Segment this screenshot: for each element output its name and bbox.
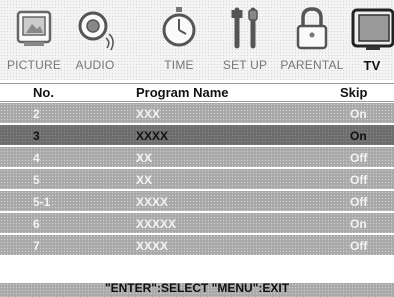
program-name: XXXX [136,129,169,143]
program-list: 2 XXX On 3 XXXX On 4 XX Off 5 XX Off 5-1… [0,103,394,261]
tab-label: PICTURE [6,58,62,72]
program-row[interactable]: 4 XX Off [0,147,394,167]
program-name: XXX [136,107,161,121]
program-number: 5 [33,173,40,187]
skip-value: Off [350,195,368,209]
program-row[interactable]: 5-1 XXXX Off [0,191,394,211]
program-name: XX [136,173,153,187]
program-number: 5-1 [33,195,51,209]
program-name: XXXXX [136,217,177,231]
tab-setup[interactable]: SET UP [214,0,276,80]
column-header-no: No. [33,85,54,100]
program-name: XXXX [136,239,169,253]
program-row-selected[interactable]: 3 XXXX On [0,125,394,145]
skip-value: On [350,129,367,143]
tab-parental[interactable]: PARENTAL [276,0,348,80]
program-name: XXXX [136,195,169,209]
program-number: 7 [33,239,40,253]
tab-label: SET UP [222,58,268,72]
tab-picture[interactable]: PICTURE [4,0,64,80]
padlock-icon [296,7,328,50]
tv-icon [351,8,394,50]
column-header-skip: Skip [340,85,368,100]
speaker-icon [78,11,114,51]
program-number: 2 [33,107,40,121]
program-row[interactable]: 2 XXX On [0,103,394,123]
program-number: 4 [33,151,40,165]
picture-icon [16,10,52,46]
skip-value: Off [350,173,368,187]
stopwatch-icon [162,7,196,47]
program-row[interactable]: 6 XXXXX On [0,213,394,233]
skip-value: On [350,217,367,231]
skip-value: Off [350,151,368,165]
program-row[interactable]: 5 XX Off [0,169,394,189]
tab-label: TV [363,58,381,73]
tab-label: AUDIO [75,58,115,72]
menu-bar: PICTURE AUDIO TIME SET UP PARENTAL TV [0,0,394,80]
column-header-program-name: Program Name [136,85,229,100]
program-number: 3 [33,129,40,143]
skip-value: Off [350,239,368,253]
program-name: XX [136,151,153,165]
tab-label: TIME [164,58,194,72]
skip-value: On [350,107,367,121]
tools-icon [231,7,258,49]
program-number: 6 [33,217,40,231]
list-header: No. Program Name Skip [0,83,394,102]
tab-tv[interactable]: TV [350,0,394,80]
program-row[interactable]: 7 XXXX Off [0,235,394,255]
tab-time[interactable]: TIME [150,0,208,80]
tab-label: PARENTAL [280,58,344,72]
tab-audio[interactable]: AUDIO [66,0,124,80]
